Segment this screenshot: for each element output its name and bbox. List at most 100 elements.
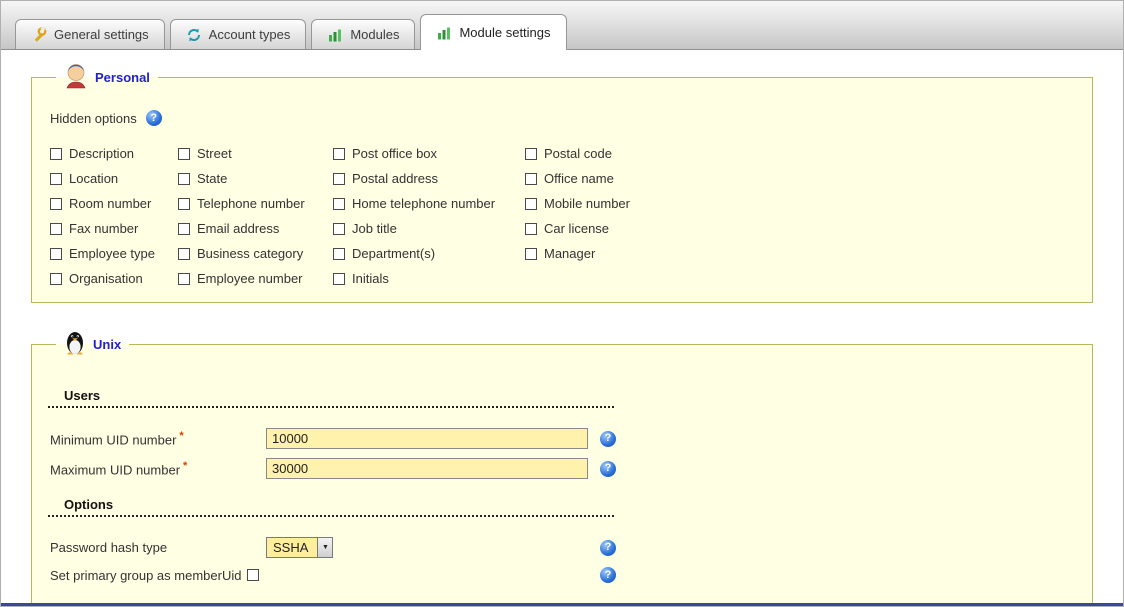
hidden-options-column: Post office box Postal address Home teleph…	[333, 146, 525, 286]
hidden-option-item: Fax number	[50, 221, 178, 236]
maximum-uid-label: Maximum UID number*	[50, 460, 266, 477]
hidden-option-checkbox[interactable]	[178, 273, 190, 285]
hidden-option-checkbox[interactable]	[50, 198, 62, 210]
unix-section: Unix Users Minimum UID number* ? Maximum…	[31, 329, 1093, 607]
dropdown-arrow-icon: ▼	[317, 538, 332, 557]
hidden-option-label: Postal address	[352, 171, 438, 186]
help-icon[interactable]: ?	[600, 431, 616, 447]
hidden-option-checkbox[interactable]	[333, 198, 345, 210]
tab-label: Account types	[209, 27, 291, 42]
hidden-option-label: Initials	[352, 271, 389, 286]
hidden-option-label: Home telephone number	[352, 196, 495, 211]
member-uid-checkbox[interactable]	[247, 569, 259, 581]
hidden-option-checkbox[interactable]	[50, 273, 62, 285]
tab-module-settings[interactable]: Module settings	[420, 14, 566, 50]
hidden-option-item: Telephone number	[178, 196, 333, 211]
personal-section-title: Personal	[95, 70, 150, 85]
hidden-option-label: Organisation	[69, 271, 143, 286]
hidden-option-label: Email address	[197, 221, 279, 236]
personal-section-legend: Personal	[56, 62, 158, 92]
hidden-option-label: Post office box	[352, 146, 437, 161]
tab-account-types[interactable]: Account types	[170, 19, 307, 49]
hidden-option-item: Department(s)	[333, 246, 525, 261]
hidden-option-checkbox[interactable]	[333, 173, 345, 185]
member-uid-row: Set primary group as memberUid ?	[50, 567, 616, 583]
hidden-option-item: Home telephone number	[333, 196, 525, 211]
hidden-options-column: Description Location Room number Fax number…	[50, 146, 178, 286]
help-icon[interactable]: ?	[146, 110, 162, 126]
hidden-option-item: Business category	[178, 246, 333, 261]
hidden-option-checkbox[interactable]	[333, 248, 345, 260]
minimum-uid-label: Minimum UID number*	[50, 430, 266, 447]
hidden-option-item: Postal address	[333, 171, 525, 186]
hidden-option-item: Description	[50, 146, 178, 161]
hidden-options-row: Hidden options ?	[50, 110, 1076, 126]
hidden-option-item: State	[178, 171, 333, 186]
wrench-icon	[31, 27, 47, 43]
maximum-uid-row: Maximum UID number* ?	[50, 458, 616, 479]
unix-section-legend: Unix	[56, 329, 129, 360]
minimum-uid-input[interactable]	[266, 428, 588, 449]
hidden-option-checkbox[interactable]	[50, 223, 62, 235]
unix-section-title: Unix	[93, 337, 121, 352]
hidden-option-checkbox[interactable]	[50, 148, 62, 160]
minimum-uid-row: Minimum UID number* ?	[50, 428, 616, 449]
bottom-border	[1, 603, 1123, 606]
required-asterisk: *	[179, 430, 183, 442]
hidden-option-checkbox[interactable]	[178, 198, 190, 210]
hidden-option-checkbox[interactable]	[525, 173, 537, 185]
hidden-option-item: Location	[50, 171, 178, 186]
hidden-option-item: Manager	[525, 246, 630, 261]
hidden-options-grid: Description Location Room number Fax number…	[50, 146, 1076, 286]
hidden-option-label: Department(s)	[352, 246, 435, 261]
users-heading: Users	[48, 388, 614, 408]
hidden-option-label: Street	[197, 146, 232, 161]
hidden-option-item: Job title	[333, 221, 525, 236]
hidden-option-label: Manager	[544, 246, 595, 261]
hidden-option-checkbox[interactable]	[525, 248, 537, 260]
tab-modules[interactable]: Modules	[311, 19, 415, 49]
password-hash-label: Password hash type	[50, 540, 266, 555]
hidden-option-checkbox[interactable]	[525, 223, 537, 235]
module-settings-content: Personal Hidden options ? Description Loc…	[1, 50, 1123, 607]
hidden-option-item: Room number	[50, 196, 178, 211]
hidden-option-checkbox[interactable]	[178, 248, 190, 260]
hidden-option-label: Car license	[544, 221, 609, 236]
hidden-option-checkbox[interactable]	[333, 223, 345, 235]
hidden-option-item: Employee type	[50, 246, 178, 261]
tab-label: General settings	[54, 27, 149, 42]
tab-label: Module settings	[459, 25, 550, 40]
hidden-option-item: Post office box	[333, 146, 525, 161]
hidden-option-checkbox[interactable]	[525, 198, 537, 210]
password-hash-select[interactable]: SSHA ▼	[266, 537, 333, 558]
settings-tabbar: General settings Account types	[1, 1, 1123, 50]
hidden-option-checkbox[interactable]	[333, 273, 345, 285]
hidden-option-checkbox[interactable]	[50, 248, 62, 260]
help-icon[interactable]: ?	[600, 567, 616, 583]
hidden-option-label: Location	[69, 171, 118, 186]
hidden-options-column: Postal code Office name Mobile number Car l…	[525, 146, 630, 286]
hidden-option-item: Mobile number	[525, 196, 630, 211]
hidden-option-item: Street	[178, 146, 333, 161]
module-settings-icon	[436, 25, 452, 41]
required-asterisk: *	[183, 460, 187, 472]
hidden-option-checkbox[interactable]	[525, 148, 537, 160]
help-icon[interactable]: ?	[600, 540, 616, 556]
hidden-option-item: Postal code	[525, 146, 630, 161]
person-icon	[64, 62, 88, 92]
hidden-option-checkbox[interactable]	[333, 148, 345, 160]
hidden-option-checkbox[interactable]	[178, 148, 190, 160]
hidden-option-checkbox[interactable]	[178, 223, 190, 235]
hidden-option-checkbox[interactable]	[50, 173, 62, 185]
tab-general-settings[interactable]: General settings	[15, 19, 165, 49]
hidden-options-label: Hidden options	[50, 111, 137, 126]
tab-label: Modules	[350, 27, 399, 42]
hidden-option-label: Employee number	[197, 271, 303, 286]
hidden-option-checkbox[interactable]	[178, 173, 190, 185]
password-hash-row: Password hash type SSHA ▼ ?	[50, 537, 616, 558]
maximum-uid-input[interactable]	[266, 458, 588, 479]
help-icon[interactable]: ?	[600, 461, 616, 477]
hidden-option-label: Postal code	[544, 146, 612, 161]
hidden-option-label: Office name	[544, 171, 614, 186]
personal-section: Personal Hidden options ? Description Loc…	[31, 62, 1093, 303]
